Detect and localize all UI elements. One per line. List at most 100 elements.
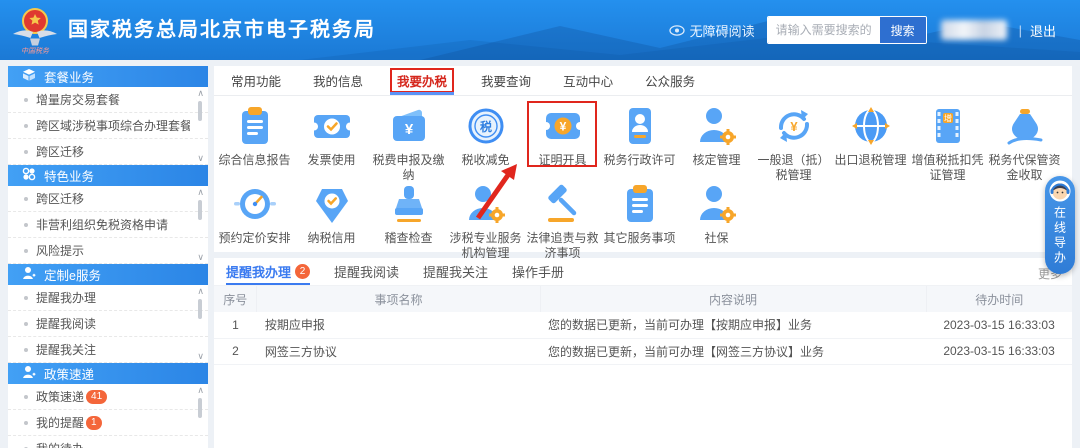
logout-button[interactable]: 退出 xyxy=(1030,21,1056,40)
ticket-yen-icon: ¥ xyxy=(541,104,585,148)
service-item[interactable]: ¥ 证明开具 xyxy=(524,101,601,178)
scroll-up-icon[interactable]: ∧ xyxy=(197,287,204,296)
scrollbar-thumb[interactable] xyxy=(198,299,202,319)
service-item[interactable]: 预约定价安排 xyxy=(216,182,293,252)
page-title: 国家税务总局北京市电子税务局 xyxy=(68,19,376,41)
sidebar-section-header[interactable]: 定制e服务 xyxy=(8,264,208,285)
scrollbar-thumb[interactable] xyxy=(198,398,202,418)
reminder-tab-提醒我关注[interactable]: 提醒我关注 xyxy=(423,258,488,285)
scrollbar-thumb[interactable] xyxy=(198,101,202,121)
clipboard-icon xyxy=(618,182,662,226)
table-cell: 您的数据已更新，当前可办理【网签三方协议】业务 xyxy=(540,338,927,365)
accessibility-toggle[interactable]: 无障碍阅读 xyxy=(668,21,755,40)
tab-常用功能[interactable]: 常用功能 xyxy=(226,66,286,95)
service-item[interactable]: 核定管理 xyxy=(678,104,755,178)
gauge-icon xyxy=(233,182,277,226)
sidebar-section-header[interactable]: 政策速递 xyxy=(8,363,208,384)
sidebar-section-title: 特色业务 xyxy=(44,170,95,184)
bullet-dot xyxy=(24,248,28,253)
accessibility-label: 无障碍阅读 xyxy=(689,23,755,39)
sidebar-item-label: 跨区迁移 xyxy=(36,192,85,206)
sidebar-item[interactable]: 跨区迁移 xyxy=(8,139,208,165)
tab-我的信息[interactable]: 我的信息 xyxy=(308,66,368,95)
sidebar-item-label: 风险提示 xyxy=(36,244,85,258)
table-cell: 您的数据已更新，当前可办理【按期应申报】业务 xyxy=(540,312,927,339)
sidebar-section-title: 套餐业务 xyxy=(44,71,95,85)
sidebar-section-header[interactable]: 特色业务 xyxy=(8,165,208,186)
sidebar-item[interactable]: 我的待办 xyxy=(8,436,208,448)
scroll-up-icon[interactable]: ∧ xyxy=(197,188,204,197)
diamond-check-icon xyxy=(310,182,354,226)
column-header: 内容说明 xyxy=(540,286,927,312)
sidebar-section-person-icon xyxy=(22,365,36,382)
service-item[interactable]: 出口退税管理 xyxy=(832,104,909,178)
sidebar-item[interactable]: 提醒我办理 xyxy=(8,285,208,311)
tab-label: 我要办税 xyxy=(390,68,455,93)
scroll-up-icon[interactable]: ∧ xyxy=(197,89,204,98)
sidebar-section-header[interactable]: 套餐业务 xyxy=(8,66,208,87)
scroll-down-icon[interactable]: ∨ xyxy=(197,352,204,361)
reminder-tab-label: 提醒我关注 xyxy=(423,265,489,280)
sidebar-item[interactable]: 提醒我阅读 xyxy=(8,311,208,337)
service-item[interactable]: 综合信息报告 xyxy=(216,104,293,178)
service-item-label: 法律追责与救济事项 xyxy=(526,231,599,260)
service-item[interactable]: 税税收减免 xyxy=(447,104,524,178)
sidebar-item[interactable]: 政策速递 41 xyxy=(8,384,208,410)
ticket-check-icon xyxy=(309,104,354,148)
bullet-dot xyxy=(24,420,28,425)
table-row[interactable]: 1 按期应申报 您的数据已更新，当前可办理【按期应申报】业务 2023-03-15 1… xyxy=(214,312,1072,339)
service-item[interactable]: 涉税专业服务机构管理 xyxy=(447,182,524,260)
table-row[interactable]: 2 网签三方协议 您的数据已更新，当前可办理【网签三方协议】业务 2023-03-15… xyxy=(214,338,1072,365)
online-guide-widget[interactable]: 在线导办 xyxy=(1045,176,1075,274)
search-button[interactable]: 搜索 xyxy=(879,17,926,43)
sidebar-item[interactable]: 跨区域涉税事项综合办理套餐 xyxy=(8,113,208,139)
service-item-label: 出口退税管理 xyxy=(834,153,907,167)
reminder-tab-提醒我阅读[interactable]: 提醒我阅读 xyxy=(334,258,399,285)
top-header: 中国税务 国家税务总局北京市电子税务局 无障碍阅读 搜索 | 退出 xyxy=(0,0,1080,60)
reminder-tab-label: 提醒我办理 xyxy=(226,265,292,280)
tab-我要办税[interactable]: 我要办税 xyxy=(390,66,455,95)
refresh-yen-icon: ¥ xyxy=(772,104,816,148)
sidebar-item[interactable]: 我的提醒 1 xyxy=(8,410,208,436)
reminder-tab-label: 提醒我阅读 xyxy=(334,265,400,280)
reminder-tab-提醒我办理[interactable]: 提醒我办理 2 xyxy=(226,258,311,285)
scrollbar-thumb[interactable] xyxy=(198,200,202,220)
service-item[interactable]: ¥ 一般退（抵）税管理 xyxy=(755,104,832,182)
service-item[interactable]: 增增值税抵扣凭证管理 xyxy=(909,104,986,182)
service-item[interactable]: 发票使用 xyxy=(293,104,370,178)
sidebar-item-label: 我的待办 xyxy=(36,440,84,448)
reminder-tab-操作手册[interactable]: 操作手册 xyxy=(512,258,564,285)
service-item[interactable]: 法律追责与救济事项 xyxy=(524,182,601,260)
service-item-label: 税费申报及缴纳 xyxy=(372,153,445,182)
sidebar-item[interactable]: 提醒我关注 xyxy=(8,337,208,363)
sidebar-item[interactable]: 增量房交易套餐 xyxy=(8,87,208,113)
table-cell: 1 xyxy=(214,312,257,339)
scroll-up-icon[interactable]: ∧ xyxy=(197,386,204,395)
service-item[interactable]: 社保 xyxy=(678,182,755,252)
service-item[interactable]: 纳税信用 xyxy=(293,182,370,252)
service-item[interactable]: ¥ 税费申报及缴纳 xyxy=(370,104,447,182)
service-item-label: 增值税抵扣凭证管理 xyxy=(911,153,984,182)
scroll-down-icon[interactable]: ∨ xyxy=(197,253,204,262)
bullet-dot xyxy=(24,295,28,300)
service-item-label: 其它服务事项 xyxy=(603,231,676,245)
sidebar-item[interactable]: 非营利组织免税资格申请 xyxy=(8,212,208,238)
sidebar-item[interactable]: 跨区迁移 xyxy=(8,186,208,212)
tab-公众服务[interactable]: 公众服务 xyxy=(640,66,700,95)
scroll-down-icon[interactable]: ∨ xyxy=(197,154,204,163)
tab-互动中心[interactable]: 互动中心 xyxy=(558,66,618,95)
service-item-label: 预约定价安排 xyxy=(218,231,291,245)
search-input[interactable] xyxy=(767,17,880,43)
tab-我要查询[interactable]: 我要查询 xyxy=(476,66,536,95)
service-item-label: 核定管理 xyxy=(692,153,741,167)
reminder-tabs: 提醒我办理 2 提醒我阅读 提醒我关注 操作手册 更多 xyxy=(214,258,1072,286)
service-item[interactable]: 税务行政许可 xyxy=(601,104,678,178)
service-item[interactable]: 稽查检查 xyxy=(370,182,447,252)
main-card: 常用功能 我的信息 我要办税 我要查询 互动中心 公众服务 综合信息报告 发票使用 ¥ 税费申报… xyxy=(214,66,1072,260)
tab-label: 常用功能 xyxy=(231,75,282,89)
service-item[interactable]: 税务代保管资金收取 xyxy=(986,104,1063,182)
sidebar-item[interactable]: 风险提示 xyxy=(8,238,208,264)
svg-text:¥: ¥ xyxy=(559,120,566,134)
service-item[interactable]: 其它服务事项 xyxy=(601,182,678,252)
column-header: 待办时间 xyxy=(926,286,1072,312)
